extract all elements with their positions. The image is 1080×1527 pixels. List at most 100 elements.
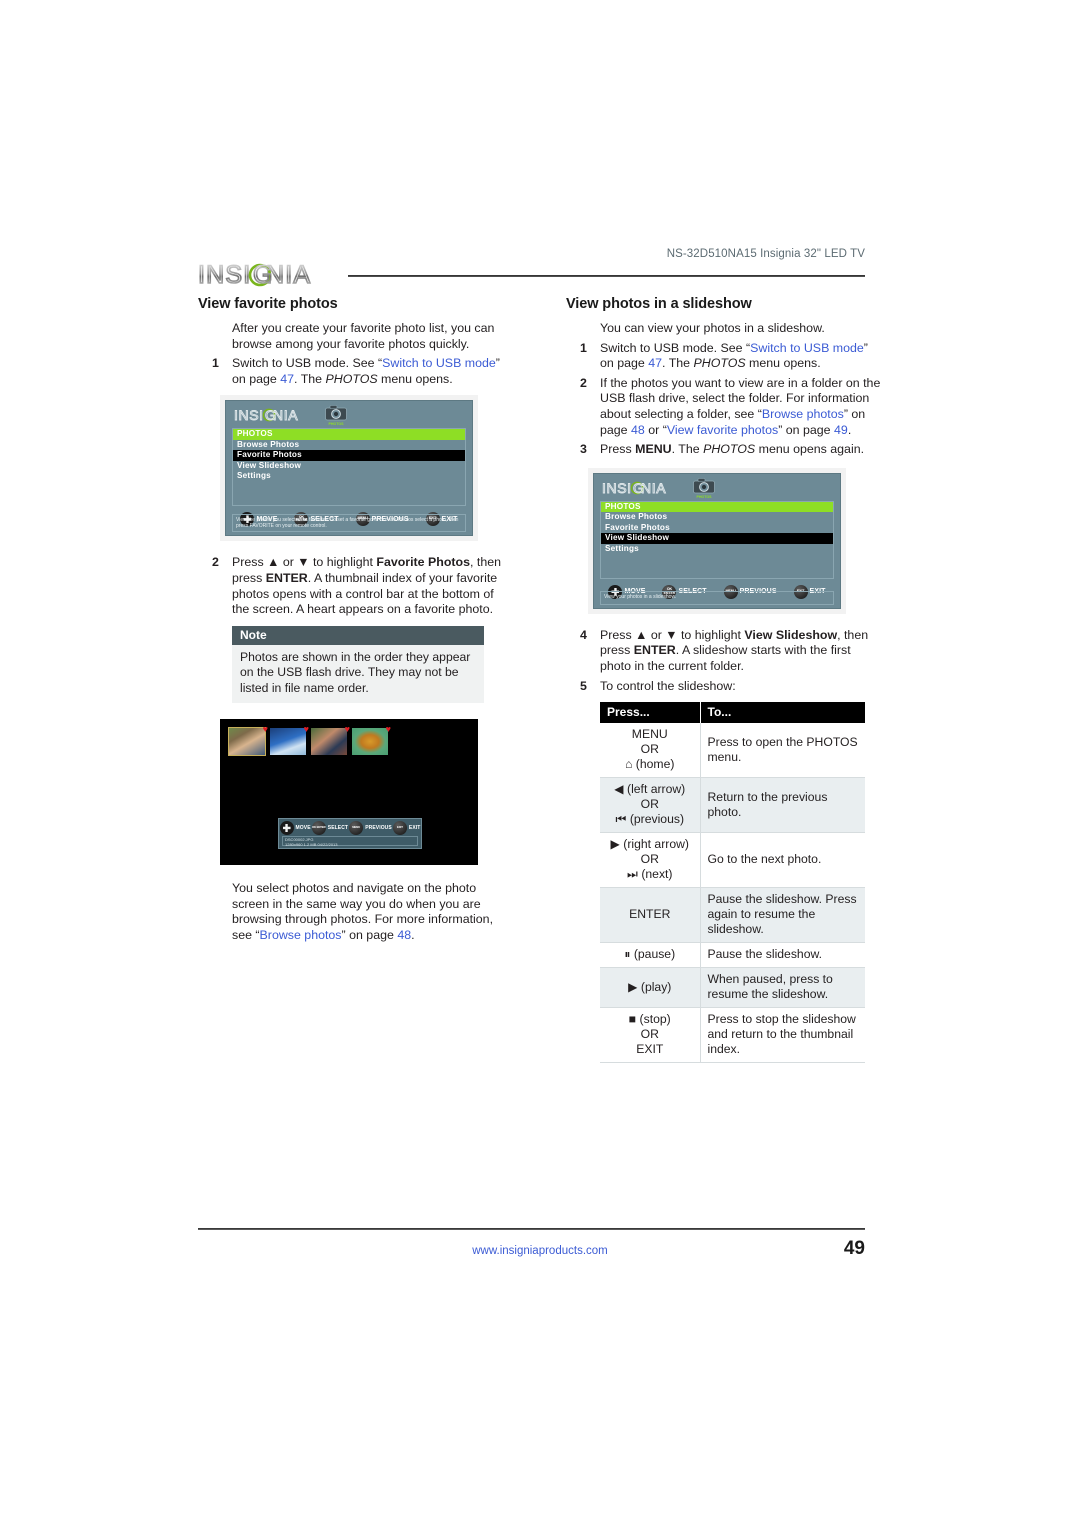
- left-step-1-t1: Switch to USB mode. See “: [232, 356, 383, 371]
- key-row-2-press: ◀ (left arrow) OR ⏮ (previous): [600, 777, 701, 834]
- tv-osd-caption-2: View your photos in a slideshow.: [600, 590, 834, 605]
- svg-text:INSI: INSI: [602, 480, 632, 496]
- svg-text:NIA: NIA: [266, 261, 311, 289]
- svg-text:G: G: [265, 407, 276, 423]
- right-intro-paragraph: You can view your photos in a slideshow.: [600, 321, 882, 337]
- menu-icon: MENU: [349, 820, 364, 835]
- page-ref-47[interactable]: 47: [280, 372, 294, 386]
- key-row-2-line-1: ◀ (left arrow): [614, 782, 686, 797]
- thumbnail-photo-autumn-leaf[interactable]: ♥: [352, 724, 391, 755]
- svg-text:INSI: INSI: [234, 407, 264, 423]
- note-body: Photos are shown in the order they appea…: [232, 644, 484, 703]
- page-ref-48[interactable]: 48: [397, 928, 411, 942]
- left-steps-list: 1 Switch to USB mode. See “Switch to USB…: [198, 356, 514, 387]
- right-step-3: 3 Press MENU. The PHOTOS menu opens agai…: [566, 442, 882, 458]
- left-closing-paragraph: You select photos and navigate on the ph…: [232, 881, 514, 943]
- right-steps-list-2: 4 Press ▲ or ▼ to highlight View Slidesh…: [566, 628, 882, 694]
- thumb-previous-label: PREVIOUS: [365, 824, 392, 831]
- tv-osd-1-row-view-slideshow[interactable]: View Slideshow: [233, 461, 465, 472]
- table-row: ▶ (play) When paused, press to resume th…: [600, 967, 865, 1009]
- thumb-button-exit[interactable]: EXIT EXIT: [392, 820, 421, 835]
- note-heading: Note: [232, 625, 484, 645]
- thumbnail-photo-portrait-man[interactable]: ♥: [228, 724, 268, 756]
- tv-osd-2-row-favorite-photos[interactable]: Favorite Photos: [601, 523, 833, 534]
- dpad-icon: [279, 820, 294, 835]
- key-row-3-press: ▶ (right arrow) OR ⏭ (next): [600, 832, 701, 889]
- camera-icon-1: PHOTOS: [324, 404, 348, 426]
- right-step-4-b1: View Slideshow: [744, 627, 838, 642]
- key-table-col-press: Press...: [600, 702, 701, 724]
- tv-osd-1-row-browse-photos[interactable]: Browse Photos: [233, 440, 465, 451]
- thumb-button-move[interactable]: MOVE: [279, 820, 311, 835]
- thumbnail-photo-woman-outdoors[interactable]: ♥: [311, 723, 350, 755]
- thumb-button-select[interactable]: OK ENTER SELECT: [311, 820, 349, 835]
- page-header: NS-32D510NA15 Insignia 32" LED TV INSI N…: [198, 248, 865, 294]
- key-row-1-line-3: ⌂ (home): [625, 757, 675, 772]
- svg-text:NIA: NIA: [641, 480, 666, 496]
- key-row-5-to: Pause the slideshow.: [700, 942, 865, 969]
- right-step-5-number: 5: [580, 678, 587, 693]
- key-row-1-press: MENU OR ⌂ (home): [600, 723, 701, 779]
- header-rule: [348, 275, 865, 277]
- right-step-2-number: 2: [580, 375, 587, 390]
- page-ref-47[interactable]: 47: [648, 356, 662, 370]
- tv-osd-2-row-view-slideshow[interactable]: View Slideshow: [601, 533, 833, 544]
- table-row: ◀ (left arrow) OR ⏮ (previous) Return to…: [600, 777, 865, 834]
- tv-osd-logo-2: INSI NIA G: [602, 479, 686, 497]
- exit-icon: EXIT: [392, 820, 407, 835]
- favorite-heart-icon: ♥: [303, 723, 309, 734]
- right-column: View photos in a slideshow You can view …: [566, 296, 882, 1064]
- left-step-2: 2 Press ▲ or ▼ to highlight Favorite Pho…: [198, 555, 514, 617]
- key-row-4-to: Pause the slideshow. Press again to resu…: [700, 887, 865, 944]
- right-step-2: 2 If the photos you want to view are in …: [566, 376, 882, 438]
- key-row-4-line-1: ENTER: [629, 907, 671, 922]
- right-step-2-t4: ” on page: [778, 422, 835, 437]
- camera-icon-2: PHOTOS: [692, 477, 716, 499]
- page-ref-48[interactable]: 48: [631, 423, 645, 437]
- key-row-5-line-1: ⏸ (pause): [624, 947, 676, 962]
- link-browse-photos[interactable]: Browse photos: [762, 407, 844, 421]
- page-ref-49[interactable]: 49: [834, 423, 848, 437]
- tv-osd-2-row-browse-photos[interactable]: Browse Photos: [601, 512, 833, 523]
- link-browse-photos[interactable]: Browse photos: [260, 928, 342, 942]
- right-step-1-t4: menu opens.: [745, 356, 821, 371]
- right-step-2-t3: or “: [644, 422, 667, 437]
- link-switch-to-usb-mode[interactable]: Switch to USB mode: [382, 356, 496, 370]
- footer-url[interactable]: www.insigniaproducts.com: [0, 1245, 1080, 1257]
- tv-osd-1-row-settings[interactable]: Settings: [233, 471, 465, 482]
- key-row-7-line-3: EXIT: [636, 1042, 664, 1057]
- right-step-3-t2: . The: [671, 442, 704, 457]
- link-switch-to-usb-mode[interactable]: Switch to USB mode: [750, 341, 864, 355]
- key-row-4-press: ENTER: [600, 887, 701, 944]
- tv-osd-2-row-settings[interactable]: Settings: [601, 544, 833, 555]
- thumbnail-photo-blue-boat[interactable]: ♥: [270, 723, 309, 755]
- key-table-head: Press... To...: [600, 702, 865, 724]
- right-step-2-t5: .: [847, 422, 852, 437]
- thumbnail-index-screenshot: ♥ ♥ ♥ ♥ MOVE OK ENTER SELECT MENU PREVIO…: [220, 718, 478, 865]
- thumbnail-control-buttons: MOVE OK ENTER SELECT MENU PREVIOUS EXIT: [279, 819, 421, 836]
- right-step-1-t3: . The: [662, 356, 694, 371]
- tv-osd-menu-list-2: PHOTOS Browse Photos Favorite Photos Vie…: [600, 500, 834, 579]
- key-row-6-to: When paused, press to resume the slidesh…: [700, 967, 865, 1009]
- right-step-1-t1: Switch to USB mode. See “: [600, 340, 751, 355]
- svg-text:INSI: INSI: [198, 261, 251, 289]
- left-closing-t3: .: [411, 927, 415, 942]
- slideshow-controls-table: Press... To... MENU OR ⌂ (home) Press to…: [600, 702, 865, 1064]
- right-step-1: 1 Switch to USB mode. See “Switch to USB…: [566, 341, 882, 372]
- table-row: ⏸ (pause) Pause the slideshow.: [600, 942, 865, 969]
- section-title-view-favorite-photos: View favorite photos: [198, 296, 338, 312]
- key-row-3-line-3: ⏭ (next): [626, 867, 673, 882]
- left-steps-list-2: 2 Press ▲ or ▼ to highlight Favorite Pho…: [198, 555, 514, 617]
- key-table-body: MENU OR ⌂ (home) Press to open the PHOTO…: [600, 723, 865, 1064]
- left-step-2-b2: ENTER: [265, 570, 308, 585]
- thumb-button-previous[interactable]: MENU PREVIOUS: [349, 820, 392, 835]
- thumb-select-label: SELECT: [327, 824, 349, 831]
- link-view-favorite-photos[interactable]: View favorite photos: [667, 423, 778, 437]
- right-step-4-number: 4: [580, 627, 587, 642]
- right-step-5: 5 To control the slideshow:: [566, 679, 882, 695]
- table-row: ■ (stop) OR EXIT Press to stop the slide…: [600, 1007, 865, 1064]
- left-step-1-number: 1: [212, 356, 219, 371]
- favorite-heart-icon: ♥: [344, 723, 350, 734]
- right-step-4: 4 Press ▲ or ▼ to highlight View Slidesh…: [566, 628, 882, 675]
- tv-osd-1-row-favorite-photos[interactable]: Favorite Photos: [233, 450, 465, 461]
